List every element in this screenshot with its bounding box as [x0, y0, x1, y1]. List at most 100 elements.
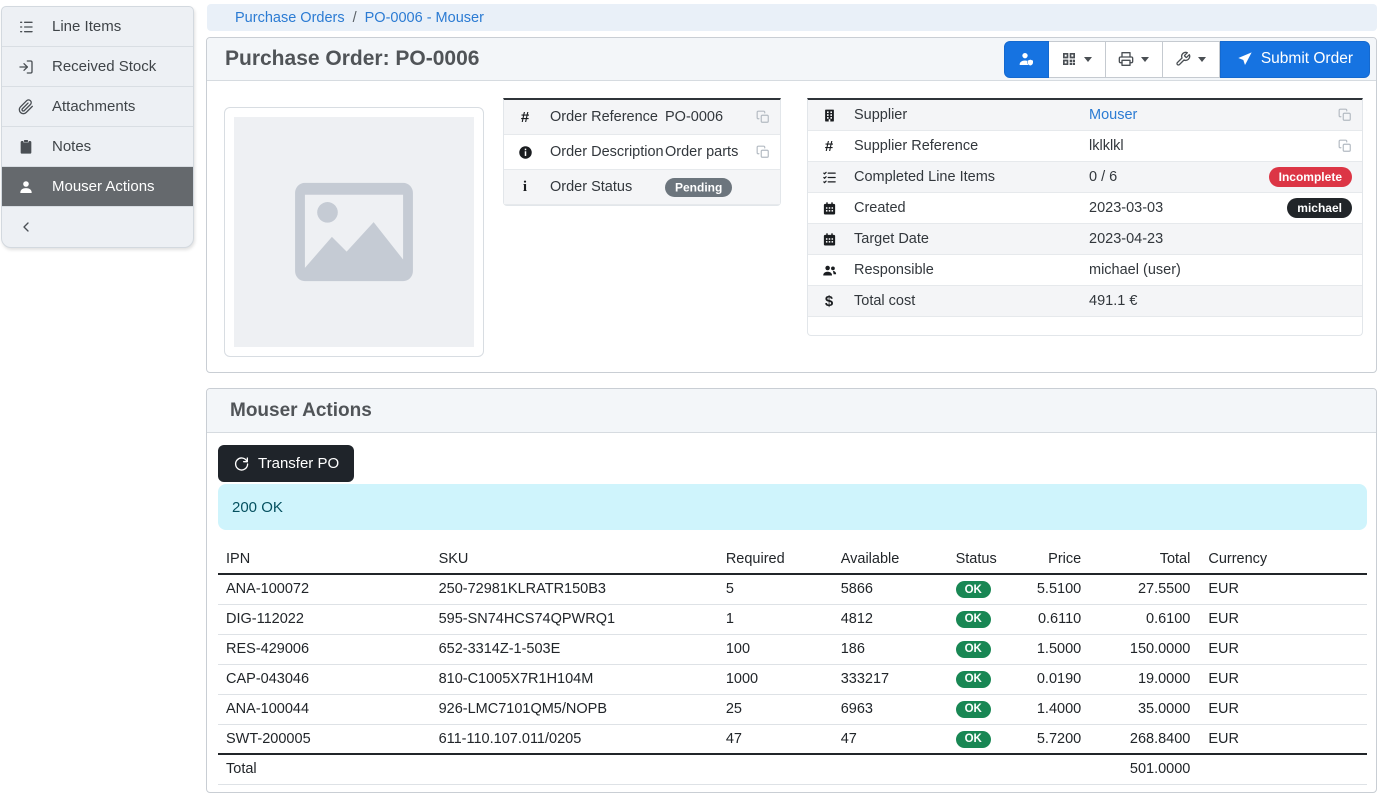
- total-value: 501.0000: [1091, 754, 1200, 784]
- sidebar-item-label: Attachments: [52, 98, 135, 115]
- building-icon: [818, 108, 840, 123]
- detail-value: lklklkl: [1089, 138, 1124, 154]
- copy-icon[interactable]: [1338, 139, 1352, 153]
- currency-cell: EUR: [1200, 664, 1367, 694]
- copy-icon[interactable]: [1338, 108, 1352, 122]
- order-tools-button[interactable]: [1163, 41, 1220, 78]
- copy-icon[interactable]: [756, 145, 770, 159]
- detail-row-completed-line-items: Completed Line Items0 / 6Incomplete: [808, 162, 1362, 193]
- detail-row-order-description: Order DescriptionOrder parts: [504, 135, 780, 170]
- purchase-order-panel: Purchase Order: PO-0006: [206, 37, 1377, 373]
- table-row: SWT-200005611-110.107.011/02054747OK5.72…: [218, 724, 1367, 754]
- sidebar-item-mouser-actions[interactable]: Mouser Actions: [2, 167, 193, 207]
- line-items-table-head: IPNSKURequiredAvailableStatusPriceTotalC…: [218, 547, 1367, 574]
- mouser-actions-panel-header: Mouser Actions: [207, 389, 1376, 433]
- order-details-table: #Order ReferencePO-0006Order Description…: [503, 98, 781, 206]
- sidebar-collapse-button[interactable]: [2, 207, 193, 247]
- tools-icon: [1175, 51, 1191, 67]
- detail-row-created: Created2023-03-03michael: [808, 193, 1362, 224]
- chevron-down-icon: [1198, 57, 1206, 62]
- available-cell: 4812: [833, 604, 948, 634]
- chevron-left-icon: [16, 219, 36, 235]
- status-cell: OK: [948, 694, 1023, 724]
- ok-badge: OK: [956, 731, 991, 748]
- detail-label: Supplier Reference: [854, 138, 978, 154]
- detail-label: Order Status: [550, 179, 632, 195]
- status-alert: 200 OK: [218, 484, 1367, 530]
- price-cell: 5.7200: [1022, 724, 1091, 754]
- mouser-actions-panel: Mouser Actions Transfer PO 200 OK IPNSKU…: [206, 388, 1377, 793]
- required-cell: 1000: [718, 664, 833, 694]
- empty-cell: [948, 754, 1023, 784]
- sidebar-item-label: Received Stock: [52, 58, 156, 75]
- sku-cell: 926-LMC7101QM5/NOPB: [431, 694, 718, 724]
- ipn-cell: CAP-043046: [218, 664, 431, 694]
- available-cell: 6963: [833, 694, 948, 724]
- sidebar-item-attachments[interactable]: Attachments: [2, 87, 193, 127]
- status-cell: OK: [948, 724, 1023, 754]
- mouser-actions-title: Mouser Actions: [230, 400, 372, 422]
- total-cell: 150.0000: [1091, 634, 1200, 664]
- print-actions-button[interactable]: [1106, 41, 1163, 78]
- ipn-cell: ANA-100044: [218, 694, 431, 724]
- column-header-price: Price: [1022, 547, 1091, 574]
- ok-badge: OK: [956, 641, 991, 658]
- ipn-cell: ANA-100072: [218, 574, 431, 604]
- line-items-table: IPNSKURequiredAvailableStatusPriceTotalC…: [218, 547, 1367, 785]
- copy-icon[interactable]: [756, 110, 770, 124]
- table-row: RES-429006652-3314Z-1-503E100186OK1.5000…: [218, 634, 1367, 664]
- paper-plane-icon: [1237, 51, 1253, 67]
- table-row: CAP-043046810-C1005X7R1H104M1000333217OK…: [218, 664, 1367, 694]
- dollar-icon: $: [818, 294, 840, 309]
- sidebar-item-notes[interactable]: Notes: [2, 127, 193, 167]
- ok-badge: OK: [956, 671, 991, 688]
- calendar-icon: [818, 232, 840, 247]
- redo-icon: [233, 456, 249, 472]
- column-header-available: Available: [833, 547, 948, 574]
- barcode-actions-button[interactable]: [1049, 41, 1106, 78]
- currency-cell: EUR: [1200, 694, 1367, 724]
- admin-view-button[interactable]: [1004, 41, 1049, 78]
- detail-label: Supplier: [854, 107, 907, 123]
- detail-value-link[interactable]: Mouser: [1089, 107, 1137, 123]
- table-row: ANA-100044926-LMC7101QM5/NOPB256963OK1.4…: [218, 694, 1367, 724]
- price-cell: 0.6110: [1022, 604, 1091, 634]
- list-check-icon: [818, 170, 840, 185]
- empty-cell: [1022, 754, 1091, 784]
- breadcrumb-link-purchase-orders[interactable]: Purchase Orders: [235, 10, 345, 26]
- order-image-card[interactable]: [224, 107, 484, 357]
- price-cell: 1.4000: [1022, 694, 1091, 724]
- required-cell: 100: [718, 634, 833, 664]
- sku-cell: 810-C1005X7R1H104M: [431, 664, 718, 694]
- detail-row-responsible: Responsiblemichael (user): [808, 255, 1362, 286]
- sidebar-item-label: Line Items: [52, 18, 121, 35]
- sidebar: Line Items Received Stock Attachments Notes…: [1, 6, 194, 248]
- breadcrumb: Purchase Orders / PO-0006 - Mouser: [207, 4, 1377, 31]
- calendar-icon: [818, 201, 840, 216]
- sidebar-item-label: Notes: [52, 138, 91, 155]
- sidebar-item-line-items[interactable]: Line Items: [2, 7, 193, 47]
- sku-cell: 652-3314Z-1-503E: [431, 634, 718, 664]
- sidebar-item-received-stock[interactable]: Received Stock: [2, 47, 193, 87]
- status-badge: Pending: [665, 178, 732, 197]
- breadcrumb-link-current-order[interactable]: PO-0006 - Mouser: [365, 10, 484, 26]
- qrcode-icon: [1061, 51, 1077, 67]
- hash-icon: #: [818, 139, 840, 154]
- required-cell: 5: [718, 574, 833, 604]
- detail-row-order-reference: #Order ReferencePO-0006: [504, 100, 780, 135]
- printer-icon: [1118, 51, 1134, 67]
- available-cell: 5866: [833, 574, 948, 604]
- detail-label: Completed Line Items: [854, 169, 995, 185]
- table-row: ANA-100072250-72981KLRATR150B355866OK5.5…: [218, 574, 1367, 604]
- detail-value: 2023-03-03: [1089, 200, 1163, 216]
- price-cell: 5.5100: [1022, 574, 1091, 604]
- total-label: Total: [218, 754, 431, 784]
- transfer-po-button[interactable]: Transfer PO: [218, 445, 354, 482]
- clipboard-icon: [16, 139, 36, 155]
- status-badge: Incomplete: [1269, 167, 1352, 186]
- detail-label: Responsible: [854, 262, 934, 278]
- currency-cell: EUR: [1200, 724, 1367, 754]
- list-numbered-icon: [16, 19, 36, 35]
- submit-order-label: Submit Order: [1261, 50, 1353, 68]
- submit-order-button[interactable]: Submit Order: [1220, 41, 1370, 78]
